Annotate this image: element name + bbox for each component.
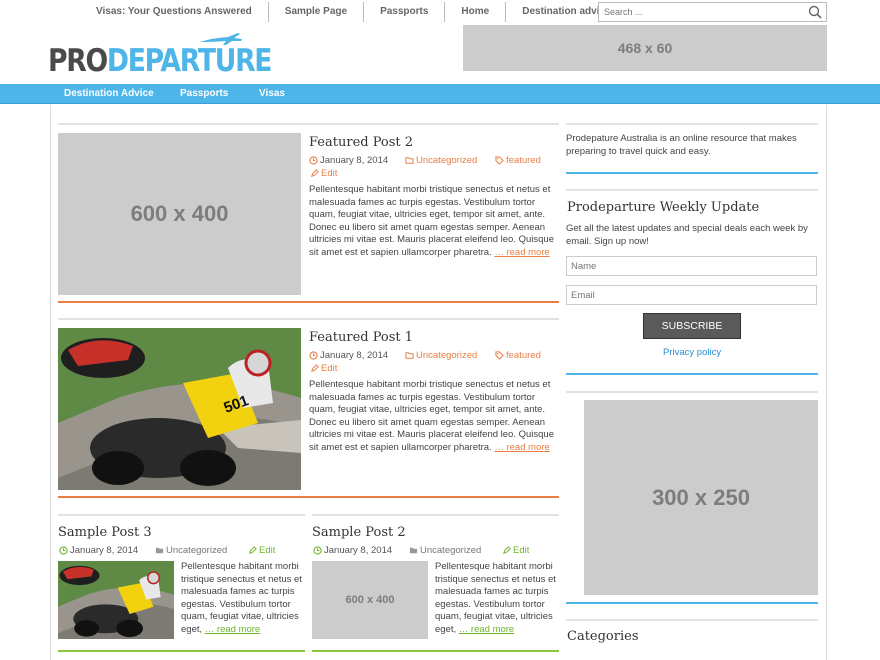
newsletter-description: Get all the latest updates and special d… <box>566 223 808 247</box>
newsletter-title: Prodeparture Weekly Update <box>567 200 760 215</box>
post-date: January 8, 2014 <box>309 155 388 166</box>
folder-icon <box>405 157 414 164</box>
post-thumbnail-placeholder[interactable]: 600 x 400 <box>58 133 301 295</box>
post-tag[interactable]: featured <box>495 155 541 166</box>
read-more-link[interactable]: … read more <box>459 624 514 635</box>
post-date: January 8, 2014 <box>309 350 388 361</box>
post-thumbnail-image[interactable] <box>58 561 174 639</box>
site-logo[interactable]: PRODEPARTURE <box>48 30 273 80</box>
post-category[interactable]: Uncategorized <box>405 350 477 361</box>
main-nav-destination-advice[interactable]: Destination Advice <box>64 84 154 104</box>
divider <box>58 496 559 498</box>
post-excerpt: Pellentesque habitant morbi tristique se… <box>435 561 556 635</box>
clock-icon <box>309 351 318 360</box>
post-edit-link[interactable]: Edit <box>310 363 337 374</box>
subscribe-button[interactable]: SUBSCRIBE <box>643 313 741 339</box>
divider <box>566 189 818 191</box>
search-icon[interactable] <box>808 5 822 19</box>
motorcycle-photo <box>58 561 174 639</box>
post-thumbnail-image[interactable]: 501 <box>58 328 301 490</box>
logo-text-departure: DEPARTURE <box>106 43 273 79</box>
pencil-icon <box>249 546 257 554</box>
divider <box>312 650 559 652</box>
read-more-link[interactable]: … read more <box>494 442 549 453</box>
search-box <box>598 2 827 22</box>
search-input[interactable] <box>599 3 799 21</box>
folder-icon <box>155 547 164 554</box>
post-title[interactable]: Sample Post 2 <box>312 525 406 540</box>
post-excerpt: Pellentesque habitant morbi tristique se… <box>181 561 302 635</box>
post-category[interactable]: Uncategorized <box>405 155 477 166</box>
post-title[interactable]: Sample Post 3 <box>58 525 152 540</box>
post-date: January 8, 2014 <box>59 545 138 556</box>
post-tag[interactable]: featured <box>495 350 541 361</box>
divider <box>58 123 559 125</box>
post-category[interactable]: Uncategorized <box>409 545 481 556</box>
post-category[interactable]: Uncategorized <box>155 545 227 556</box>
top-nav-visas-questions[interactable]: Visas: Your Questions Answered <box>80 2 268 22</box>
top-nav-home[interactable]: Home <box>444 2 505 22</box>
divider <box>58 650 305 652</box>
post-edit-link[interactable]: Edit <box>502 545 529 556</box>
divider <box>566 123 818 125</box>
top-nav-passports[interactable]: Passports <box>363 2 444 22</box>
logo-text-pro: PRO <box>48 43 108 79</box>
folder-icon <box>405 352 414 359</box>
divider <box>58 514 305 516</box>
pencil-icon <box>503 546 511 554</box>
divider <box>566 373 818 375</box>
read-more-link[interactable]: … read more <box>494 247 549 258</box>
name-field[interactable] <box>566 256 817 276</box>
top-nav-sample-page[interactable]: Sample Page <box>267 2 363 22</box>
clock-icon <box>309 156 318 165</box>
post-title[interactable]: Featured Post 1 <box>309 330 413 345</box>
sidebar-ad-placeholder[interactable]: 300 x 250 <box>584 400 818 595</box>
divider <box>566 172 818 174</box>
pencil-icon <box>311 364 319 372</box>
divider <box>312 514 559 516</box>
motorcycle-photo: 501 <box>58 328 301 490</box>
folder-icon <box>409 547 418 554</box>
email-field[interactable] <box>566 285 817 305</box>
header-ad-banner[interactable]: 468 x 60 <box>463 25 827 71</box>
main-nav-visas[interactable]: Visas <box>259 84 285 104</box>
clock-icon <box>59 546 68 555</box>
read-more-link[interactable]: … read more <box>205 624 260 635</box>
pencil-icon <box>311 169 319 177</box>
post-excerpt: Pellentesque habitant morbi tristique se… <box>309 184 555 258</box>
tag-icon <box>495 351 504 360</box>
divider <box>58 318 559 320</box>
divider <box>566 391 818 393</box>
post-edit-link[interactable]: Edit <box>248 545 275 556</box>
main-nav: Destination Advice Passports Visas <box>0 84 880 104</box>
sidebar-about-text: Prodepature Australia is an online resou… <box>566 133 797 157</box>
divider <box>566 602 818 604</box>
main-nav-passports[interactable]: Passports <box>180 84 228 104</box>
clock-icon <box>313 546 322 555</box>
categories-title: Categories <box>567 629 639 644</box>
divider <box>566 619 818 621</box>
divider <box>58 301 559 303</box>
post-title[interactable]: Featured Post 2 <box>309 135 413 150</box>
tag-icon <box>495 156 504 165</box>
top-nav: Visas: Your Questions Answered Sample Pa… <box>80 2 627 22</box>
post-excerpt: Pellentesque habitant morbi tristique se… <box>309 379 555 453</box>
post-date: January 8, 2014 <box>313 545 392 556</box>
post-thumbnail-placeholder[interactable]: 600 x 400 <box>312 561 428 639</box>
post-edit-link[interactable]: Edit <box>310 168 337 179</box>
privacy-policy-link[interactable]: Privacy policy <box>663 347 721 358</box>
